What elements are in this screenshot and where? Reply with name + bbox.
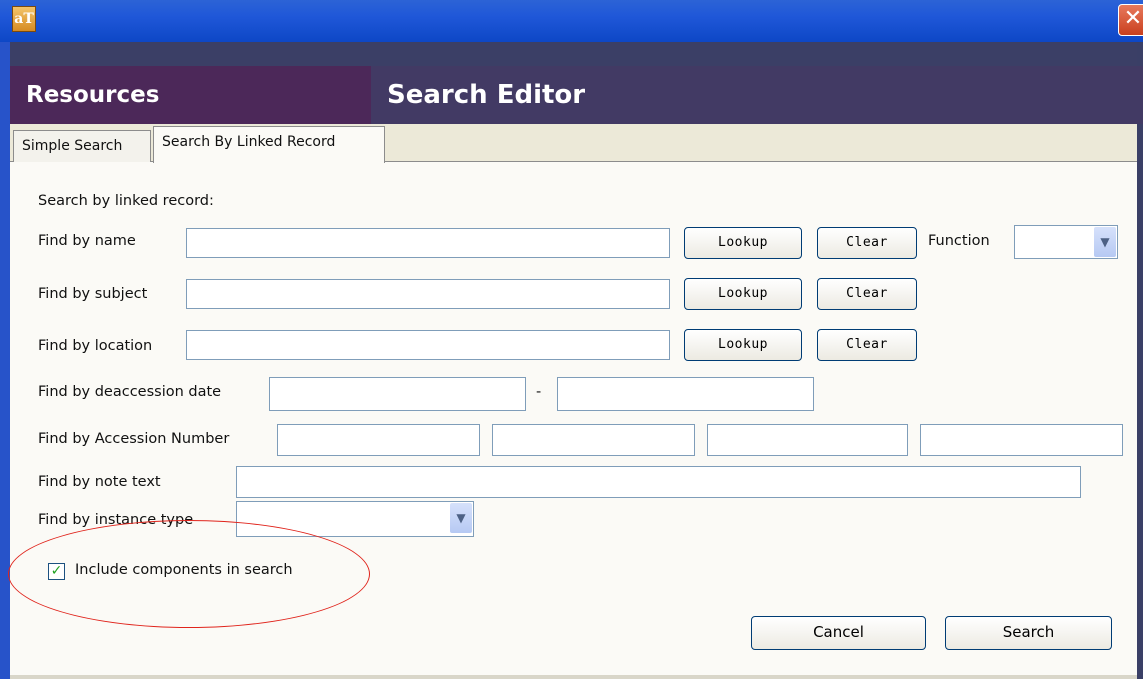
location-input[interactable] xyxy=(186,330,670,360)
window-frame-left xyxy=(0,42,10,679)
linked-record-heading: Search by linked record: xyxy=(38,193,214,209)
highlight-ellipse xyxy=(8,520,370,628)
find-by-accession-label: Find by Accession Number xyxy=(38,431,230,447)
location-lookup-button[interactable]: Lookup xyxy=(684,329,802,361)
deaccession-start-input[interactable] xyxy=(269,377,526,411)
function-label: Function xyxy=(928,233,990,249)
search-button[interactable]: Search xyxy=(945,616,1112,650)
accession-part-1-input[interactable] xyxy=(277,424,480,456)
subject-lookup-button[interactable]: Lookup xyxy=(684,278,802,310)
find-by-name-label: Find by name xyxy=(38,233,136,249)
accession-part-2-input[interactable] xyxy=(492,424,695,456)
deaccession-end-input[interactable] xyxy=(557,377,814,411)
name-clear-button[interactable]: Clear xyxy=(817,227,917,259)
accession-part-3-input[interactable] xyxy=(707,424,908,456)
app-icon: aT xyxy=(12,6,36,32)
function-select[interactable]: ▼ xyxy=(1014,225,1118,259)
location-clear-button[interactable]: Clear xyxy=(817,329,917,361)
tab-simple-search[interactable]: Simple Search xyxy=(13,130,151,162)
subject-input[interactable] xyxy=(186,279,670,309)
tab-strip: Simple Search Search By Linked Record xyxy=(10,124,1137,163)
title-bar[interactable]: aT ✕ xyxy=(0,0,1143,42)
close-button[interactable]: ✕ xyxy=(1118,4,1143,36)
window-frame-top xyxy=(0,42,1143,66)
resources-title: Resources xyxy=(10,66,371,124)
find-by-deaccession-label: Find by deaccession date xyxy=(38,384,222,400)
subject-clear-button[interactable]: Clear xyxy=(817,278,917,310)
find-by-subject-label: Find by subject xyxy=(38,286,148,302)
name-input[interactable] xyxy=(186,228,670,258)
name-lookup-button[interactable]: Lookup xyxy=(684,227,802,259)
search-editor-title: Search Editor xyxy=(371,66,1143,124)
accession-part-4-input[interactable] xyxy=(920,424,1123,456)
date-range-separator: - xyxy=(536,384,542,400)
window-frame-right xyxy=(1137,42,1143,679)
chevron-down-icon[interactable]: ▼ xyxy=(1094,227,1116,257)
chevron-down-icon[interactable]: ▼ xyxy=(450,503,472,533)
header-band: Resources Search Editor xyxy=(10,66,1143,124)
find-by-note-label: Find by note text xyxy=(38,474,161,490)
window-frame-bottom xyxy=(10,675,1137,679)
note-text-input[interactable] xyxy=(236,466,1081,498)
tab-search-by-linked-record[interactable]: Search By Linked Record xyxy=(153,126,385,163)
find-by-location-label: Find by location xyxy=(38,338,153,354)
cancel-button[interactable]: Cancel xyxy=(751,616,926,650)
